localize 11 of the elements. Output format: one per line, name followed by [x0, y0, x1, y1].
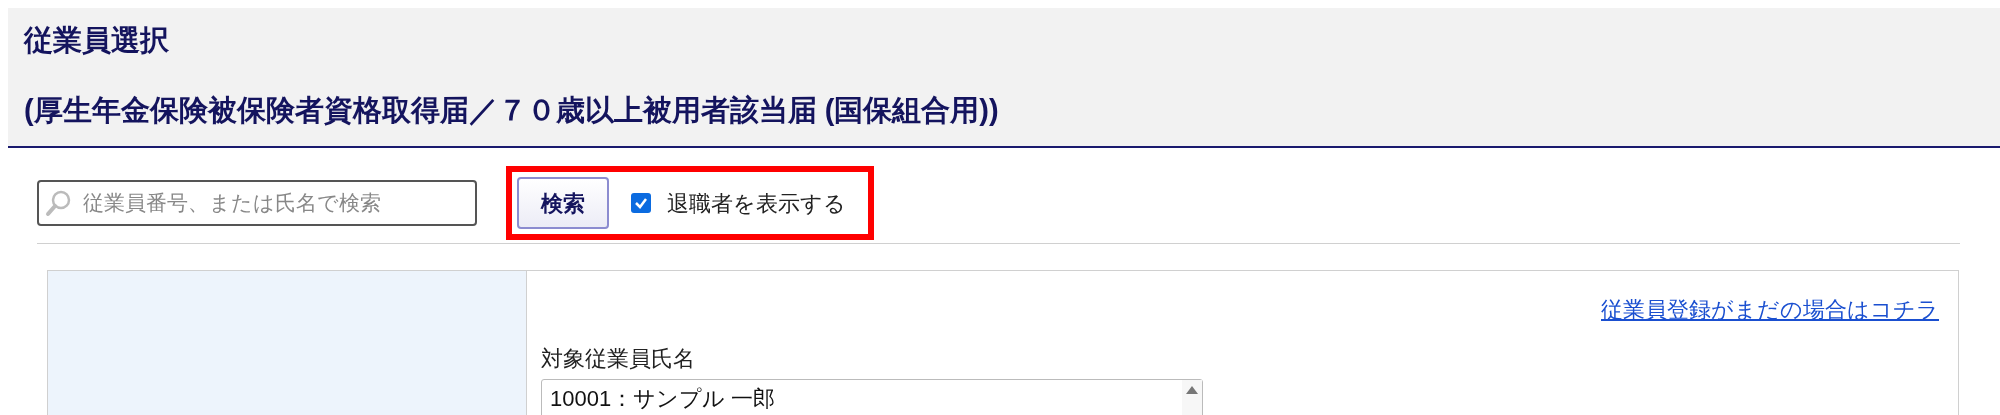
check-icon	[634, 196, 648, 210]
checkbox[interactable]	[631, 193, 651, 213]
search-icon	[45, 189, 73, 217]
search-field[interactable]: 従業員番号、または氏名で検索	[37, 180, 477, 226]
search-button[interactable]: 検索	[517, 177, 609, 229]
field-label: 対象従業員氏名	[541, 345, 695, 373]
page-subtitle: (厚生年金保険被保険者資格取得届／７０歳以上被用者該当届 (国保組合用))	[24, 93, 999, 128]
page-title: 従業員選択	[24, 23, 169, 58]
checkbox-label: 退職者を表示する	[667, 189, 846, 218]
register-link[interactable]: 従業員登録がまだの場合はコチラ	[1601, 293, 1939, 326]
scroll-up-icon[interactable]	[1186, 386, 1198, 394]
